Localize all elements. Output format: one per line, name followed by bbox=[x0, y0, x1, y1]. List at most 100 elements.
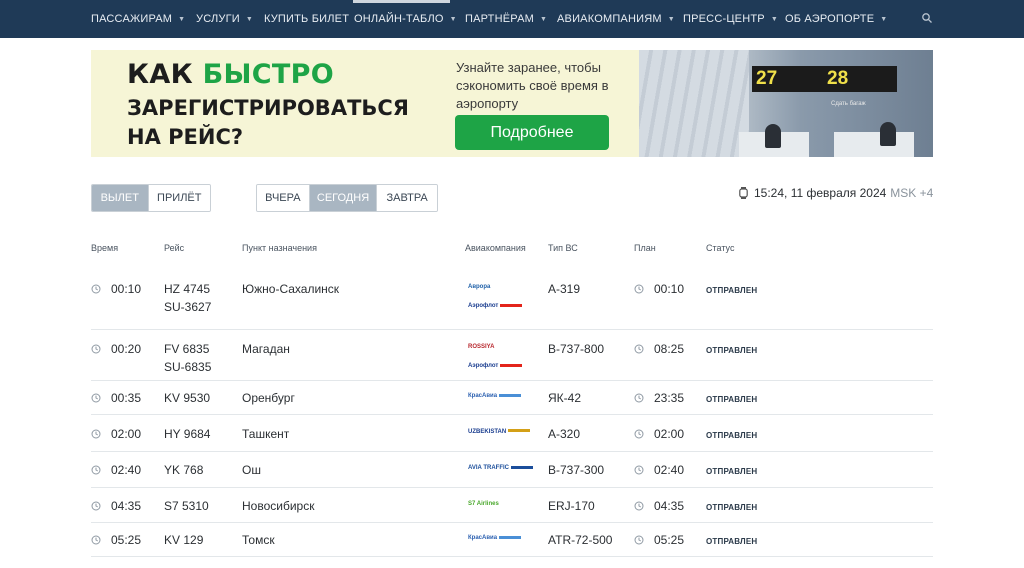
destination: Новосибирск bbox=[242, 498, 315, 513]
yesterday-tab[interactable]: ВЧЕРА bbox=[257, 185, 310, 211]
flight-number[interactable]: FV 6835 bbox=[164, 340, 209, 358]
aircraft-type: ATR-72-500 bbox=[548, 533, 613, 547]
banner-title-part2: БЫСТРО bbox=[202, 59, 334, 90]
destination: Магадан bbox=[242, 342, 290, 356]
nav-item-buy-ticket[interactable]: КУПИТЬ БИЛЕТ bbox=[264, 13, 349, 25]
airline-logo: UZBEKISTAN bbox=[468, 429, 531, 435]
promo-banner[interactable]: КАК БЫСТРО ЗАРЕГИСТРИРОВАТЬСЯ НА РЕЙС? Уз… bbox=[91, 50, 933, 157]
active-tab-indicator bbox=[353, 0, 450, 3]
col-header-destination: Пункт назначения bbox=[242, 243, 317, 253]
nav-item-online-board[interactable]: ОНЛАЙН-ТАБЛО ▼ bbox=[354, 13, 457, 25]
sign-text: Сдать багаж bbox=[831, 101, 866, 108]
today-tab[interactable]: СЕГОДНЯ bbox=[309, 185, 378, 211]
destination: Ош bbox=[242, 463, 261, 477]
banner-title: КАК БЫСТРО bbox=[127, 59, 334, 91]
planned-time: 00:10 bbox=[634, 280, 684, 298]
status-badge: ОТПРАВЛЕН bbox=[706, 502, 758, 512]
banner-subtitle: Узнайте заранее, чтобы сэкономить своё в… bbox=[456, 60, 609, 111]
checkin-sign-28: 28 Сдать багаж bbox=[823, 66, 897, 107]
departure-time: 05:25 bbox=[91, 531, 141, 549]
airline-name: Аэрофлот bbox=[468, 303, 499, 309]
planned-time: 04:35 bbox=[634, 497, 684, 515]
table-row[interactable]: 00:10 HZ 4745 SU-3627 Южно-Сахалинск Аврора А… bbox=[91, 270, 933, 330]
airline-name: Аэрофлот bbox=[468, 363, 499, 369]
planned-time: 05:25 bbox=[634, 531, 684, 549]
table-row[interactable]: 02:00 HY 9684 Ташкент UZBEKISTAN A-320 02:00 О… bbox=[91, 415, 933, 452]
airline-name: КрасАвиа bbox=[468, 535, 498, 541]
banner-photo: 27 28 Сдать багаж bbox=[639, 50, 933, 157]
nav-item-partners[interactable]: ПАРТНЁРАМ ▼ bbox=[465, 13, 547, 25]
timezone: MSK +4 bbox=[890, 186, 934, 200]
col-header-time: Время bbox=[91, 243, 119, 253]
direction-toggle: ВЫЛЕТ ПРИЛЁТ bbox=[91, 184, 211, 212]
tomorrow-tab[interactable]: ЗАВТРА bbox=[377, 185, 437, 211]
clock-icon bbox=[91, 284, 101, 294]
planned-time: 02:00 bbox=[634, 425, 684, 443]
planned-time: 08:25 bbox=[634, 340, 684, 358]
time-value: 23:35 bbox=[654, 391, 685, 405]
flight-number[interactable]: KV 9530 bbox=[164, 389, 210, 407]
clock-icon bbox=[634, 284, 644, 294]
airline-logo: Аврора bbox=[468, 284, 490, 290]
aircraft-type: A-319 bbox=[548, 282, 581, 296]
table-row[interactable]: 02:40 YK 768 Ош AVIA TRAFFIC B-737-300 02:40 О… bbox=[91, 452, 933, 488]
checkin-counter bbox=[834, 132, 914, 157]
logo-stripe bbox=[508, 429, 531, 433]
departure-time: 02:40 bbox=[91, 461, 141, 479]
time-value: 05:25 bbox=[654, 533, 685, 547]
planned-time: 23:35 bbox=[634, 389, 684, 407]
codeshare-number[interactable]: SU-6835 bbox=[164, 358, 211, 376]
flight-number[interactable]: YK 768 bbox=[164, 461, 203, 479]
time-value: 05:25 bbox=[111, 533, 142, 547]
sign-number: 28 bbox=[827, 68, 849, 89]
clock-icon bbox=[634, 501, 644, 510]
nav-label: КУПИТЬ БИЛЕТ bbox=[264, 13, 350, 25]
nav-label: АВИАКОМПАНИЯМ bbox=[557, 13, 662, 25]
time-value: 00:10 bbox=[654, 282, 685, 296]
status-badge: ОТПРАВЛЕН bbox=[706, 430, 758, 440]
chevron-down-icon: ▼ bbox=[770, 15, 778, 23]
status-badge: ОТПРАВЛЕН bbox=[706, 286, 758, 295]
destination: Томск bbox=[242, 533, 275, 547]
logo-stripe bbox=[511, 465, 533, 469]
status-badge: ОТПРАВЛЕН bbox=[706, 537, 758, 546]
time-value: 02:00 bbox=[111, 426, 142, 441]
arrivals-tab[interactable]: ПРИЛЁТ bbox=[148, 185, 210, 211]
nav-label: ПРЕСС-ЦЕНТР bbox=[683, 13, 765, 25]
flight-number[interactable]: KV 129 bbox=[164, 531, 203, 549]
airline-logo: AVIA TRAFFIC bbox=[468, 465, 533, 471]
nav-item-about[interactable]: ОБ АЭРОПОРТЕ ▼ bbox=[785, 13, 887, 25]
col-header-status: Статус bbox=[706, 243, 735, 253]
current-time: 15:24, 11 февраля 2024 MSK +4 bbox=[739, 186, 933, 200]
airline-name: КрасАвиа bbox=[468, 393, 498, 399]
table-row[interactable]: 04:35 S7 5310 Новосибирск S7 Airlines ERJ-17… bbox=[91, 488, 933, 523]
chevron-down-icon: ▼ bbox=[880, 15, 888, 23]
col-header-aircraft: Тип ВС bbox=[548, 243, 578, 253]
chevron-down-icon: ▼ bbox=[245, 15, 253, 23]
nav-item-press-center[interactable]: ПРЕСС-ЦЕНТР ▼ bbox=[683, 13, 778, 25]
banner-more-button[interactable]: Подробнее bbox=[455, 115, 609, 150]
time-value: 00:20 bbox=[111, 342, 142, 356]
nav-item-passengers[interactable]: ПАССАЖИРАМ ▼ bbox=[91, 13, 185, 25]
flight-number[interactable]: HY 9684 bbox=[164, 425, 210, 443]
departures-tab[interactable]: ВЫЛЕТ bbox=[92, 185, 149, 211]
logo-stripe bbox=[499, 393, 522, 397]
table-row[interactable]: 00:35 KV 9530 Оренбург КрасАвиа ЯК-42 23:35 ОТ… bbox=[91, 381, 933, 415]
table-row[interactable]: 00:20 FV 6835 SU-6835 Магадан ROSSIYA Аэрофло… bbox=[91, 330, 933, 381]
status-badge: ОТПРАВЛЕН bbox=[706, 395, 758, 404]
chevron-down-icon: ▼ bbox=[449, 15, 457, 23]
banner-title-rest: ЗАРЕГИСТРИРОВАТЬСЯ НА РЕЙС? bbox=[127, 94, 457, 152]
flight-number[interactable]: S7 5310 bbox=[164, 497, 209, 515]
table-row[interactable]: 05:25 KV 129 Томск КрасАвиа ATR-72-500 05:25 О… bbox=[91, 523, 933, 557]
nav-label: ПАССАЖИРАМ bbox=[91, 13, 173, 25]
search-icon[interactable] bbox=[921, 12, 933, 24]
col-header-airline: Авиакомпания bbox=[465, 243, 526, 253]
flight-number[interactable]: HZ 4745 bbox=[164, 280, 210, 298]
destination: Ташкент bbox=[242, 426, 290, 441]
codeshare-number[interactable]: SU-3627 bbox=[164, 298, 211, 316]
nav-item-airlines[interactable]: АВИАКОМПАНИЯМ ▼ bbox=[557, 13, 675, 25]
nav-item-services[interactable]: УСЛУГИ ▼ bbox=[196, 13, 253, 25]
status-badge: ОТПРАВЛЕН bbox=[706, 467, 758, 476]
time-value: 02:00 bbox=[654, 426, 685, 441]
airline-name: Аврора bbox=[468, 284, 491, 290]
